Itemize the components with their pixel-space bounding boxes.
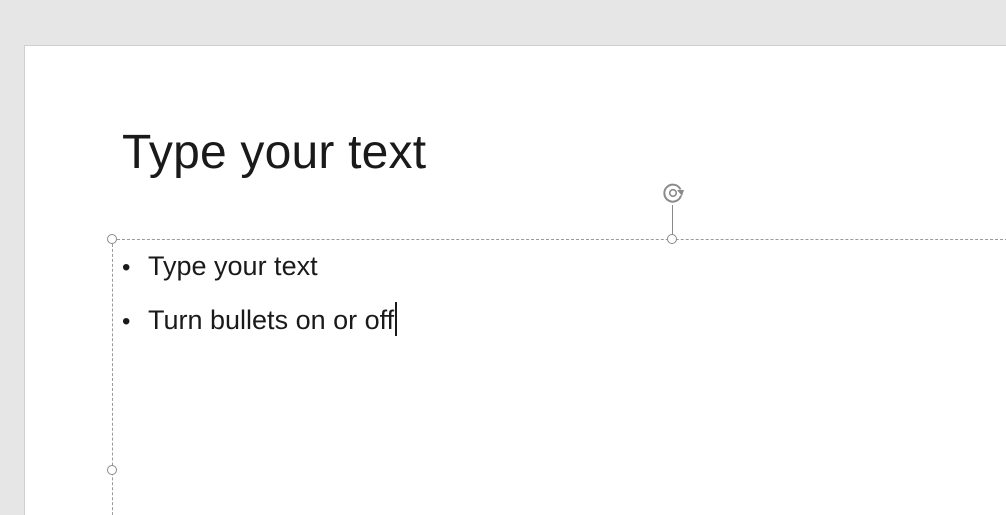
bullet-text: Type your text (148, 251, 318, 281)
rotate-handle-connector (672, 205, 673, 235)
bullet-dot: • (122, 308, 131, 335)
bullet-item[interactable]: • Turn bullets on or off (122, 300, 398, 354)
slide-title[interactable]: Type your text (122, 125, 426, 181)
text-caret (395, 302, 398, 336)
resize-handle-top-left[interactable] (107, 234, 117, 244)
bullet-dot: • (122, 254, 131, 281)
bullet-list[interactable]: • Type your text • Turn bullets on or off (122, 246, 398, 354)
rotate-icon[interactable] (660, 180, 686, 206)
resize-handle-top-middle[interactable] (667, 234, 677, 244)
bullet-text: Turn bullets on or off (148, 305, 395, 335)
resize-handle-middle-left[interactable] (107, 465, 117, 475)
bullet-item[interactable]: • Type your text (122, 246, 397, 300)
editor-canvas: Type your text • Type your text • Turn bul… (0, 0, 1006, 515)
